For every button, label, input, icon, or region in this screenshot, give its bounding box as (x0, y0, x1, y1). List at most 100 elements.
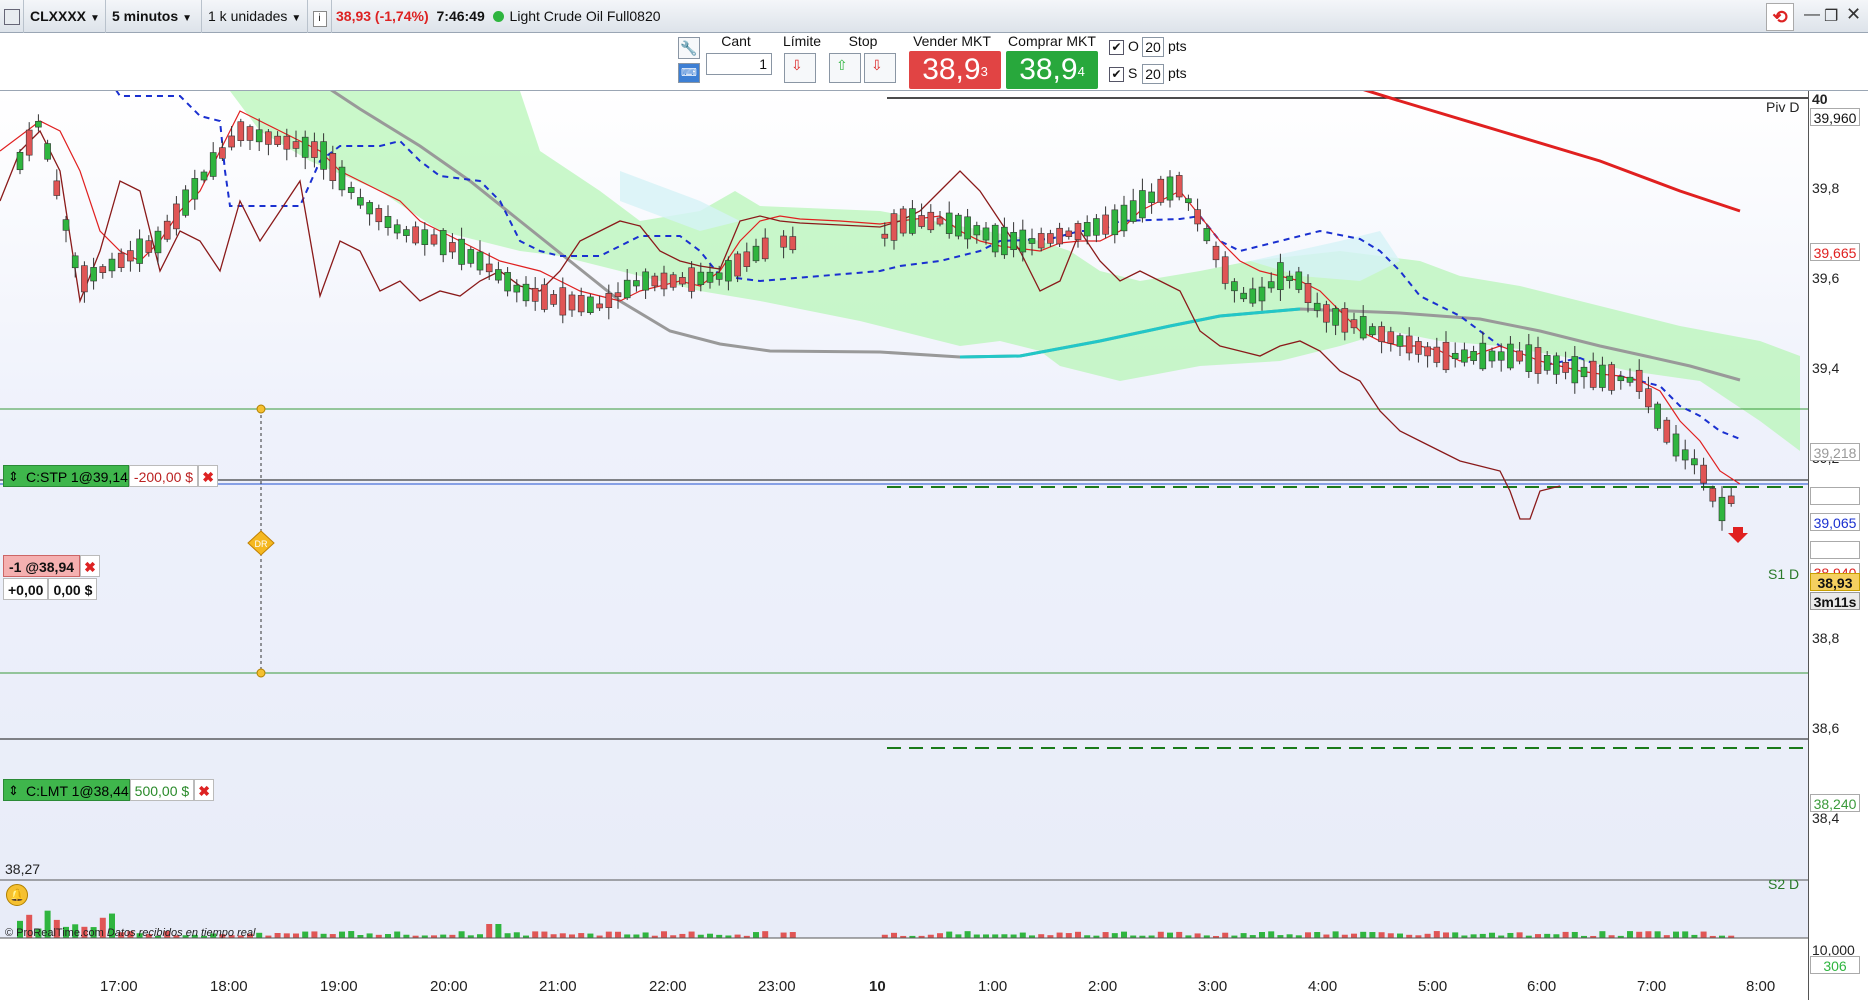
volume-bar (1553, 934, 1560, 938)
volume-bar (1351, 933, 1357, 938)
candle (1553, 355, 1560, 375)
restore-icon[interactable]: ❐ (1824, 6, 1838, 26)
stop-anchor[interactable] (256, 404, 266, 414)
candle (945, 212, 953, 234)
volume-bar (1065, 933, 1072, 938)
dr-marker[interactable]: DR (247, 530, 275, 556)
candle (1194, 209, 1201, 225)
s-points-input[interactable]: 20 (1142, 64, 1164, 84)
volume-bar (1544, 933, 1551, 938)
candle (1185, 198, 1192, 204)
volume-bar (1636, 931, 1643, 938)
countdown-tag: 3m11s (1810, 592, 1860, 610)
volume-bar (1424, 933, 1431, 938)
candle (697, 271, 705, 285)
keyboard-icon[interactable]: ⌨ (678, 63, 700, 83)
candle (1718, 496, 1726, 522)
buy-market-button[interactable]: 38,94 (1006, 51, 1098, 89)
candle (1037, 233, 1045, 249)
limit-order-button[interactable]: ⇩ (784, 53, 816, 83)
candle (329, 153, 337, 181)
timeframe-selector[interactable]: 5 minutos ▼ (106, 0, 202, 33)
qty-label: Cant (721, 33, 751, 49)
candle (982, 227, 990, 241)
candle (1626, 376, 1634, 383)
symbol-selector[interactable]: CLXXXX ▼ (24, 0, 106, 33)
volume-bar (495, 924, 502, 938)
cancel-limit-icon[interactable]: ✖ (194, 779, 215, 801)
settings-wrench-icon[interactable]: 🔧 (678, 37, 700, 59)
s-checkbox[interactable]: ✔ (1109, 67, 1124, 82)
xtick: 19:00 (320, 978, 358, 995)
position-tag[interactable]: -1 @38,94 ✖ (3, 555, 101, 577)
volume-bar (1470, 934, 1477, 938)
volume-bar (578, 933, 585, 938)
candle (1488, 350, 1496, 362)
candle (715, 272, 723, 280)
candle (458, 238, 465, 265)
candle (1635, 369, 1643, 392)
o-points-input[interactable]: 20 (1142, 37, 1164, 57)
stop-order-label[interactable]: ⇕ C:STP 1@39,14 (3, 465, 129, 487)
candle (909, 208, 916, 234)
position-label[interactable]: -1 @38,94 (3, 555, 81, 577)
candle (531, 287, 539, 302)
limit-anchor[interactable] (256, 668, 266, 678)
limit-order-label[interactable]: ⇕ C:LMT 1@38,44 (3, 779, 130, 801)
refresh-icon[interactable]: ⟲ (1766, 3, 1794, 31)
candle (467, 249, 475, 264)
candle (1332, 308, 1339, 326)
candle (495, 269, 502, 281)
chevron-down-icon: ▼ (291, 13, 302, 24)
drag-handle-icon[interactable]: ⇕ (8, 780, 19, 802)
o-checkbox[interactable]: ✔ (1109, 40, 1124, 55)
candle (145, 240, 153, 253)
ytick: 39,6 (1812, 270, 1840, 286)
alert-bell-icon[interactable]: 🔔 (6, 884, 28, 906)
last-price-tag: 38,93 (1810, 573, 1860, 591)
candle (1396, 335, 1404, 347)
chevron-down-icon: ▼ (90, 13, 100, 24)
candle (357, 197, 364, 206)
candle (1507, 343, 1514, 369)
candle (62, 219, 70, 231)
candle (430, 234, 438, 245)
stop-sell-button[interactable]: ⇩ (864, 53, 896, 83)
candle (412, 226, 419, 244)
candle (1350, 319, 1358, 329)
timeframe-label: 5 minutos (112, 8, 179, 24)
data-source-note: © ProRealTime.com Datos recibidos en tie… (5, 927, 255, 939)
volume-bar (973, 934, 980, 938)
drag-handle-icon[interactable]: ⇕ (8, 466, 19, 488)
candle (1313, 302, 1321, 311)
minimize-icon[interactable]: — (1804, 6, 1820, 24)
limit-order-tag[interactable]: ⇕ C:LMT 1@38,44 500,00 $ ✖ (3, 779, 215, 801)
stop-tag (1810, 487, 1860, 505)
stop-order-tag[interactable]: ⇕ C:STP 1@39,14 -200,00 $ ✖ (3, 465, 219, 487)
units-selector[interactable]: 1 k unidades ▼ (202, 0, 308, 33)
sell-market-button[interactable]: 38,93 (909, 51, 1001, 89)
price-chart[interactable]: DR (0, 91, 1808, 1000)
candle (1562, 361, 1569, 373)
info-icon[interactable]: i (308, 0, 332, 33)
cancel-stop-icon[interactable]: ✖ (198, 465, 219, 487)
volume-bar (1433, 931, 1440, 938)
candle (1083, 222, 1091, 237)
volume-bar (1700, 931, 1707, 938)
volume-bar (329, 934, 336, 938)
candle (1378, 326, 1385, 343)
candle (1461, 349, 1468, 363)
order-bar: 🔧 ⌨ Cant 1 Límite ⇩ Stop ⇧ ⇩ Vender MKT … (676, 33, 1196, 91)
candle (1074, 223, 1082, 240)
volume-bar (550, 934, 557, 938)
close-position-icon[interactable]: ✖ (80, 555, 101, 577)
menu-icon[interactable] (0, 0, 24, 33)
volume-bar (1010, 934, 1017, 938)
stop-buy-button[interactable]: ⇧ (829, 53, 861, 83)
qty-input[interactable]: 1 (706, 53, 772, 75)
candle (1672, 433, 1680, 457)
candle (577, 295, 585, 313)
volume-bar (1102, 932, 1109, 938)
close-icon[interactable]: ✕ (1846, 4, 1861, 25)
candle (1433, 346, 1441, 363)
